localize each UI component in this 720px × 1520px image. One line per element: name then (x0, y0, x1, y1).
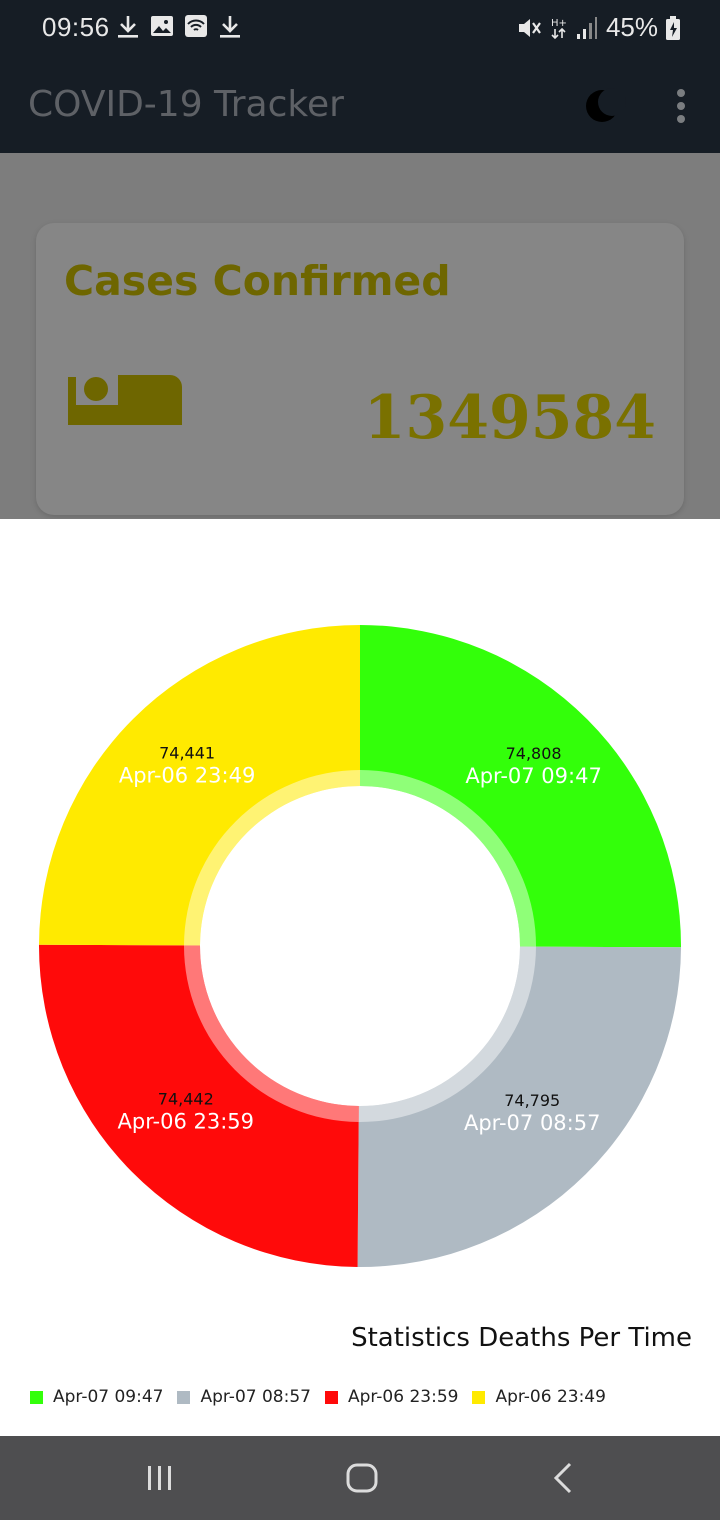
card-title: Cases Confirmed (64, 257, 451, 305)
chart-title: Statistics Deaths Per Time (351, 1323, 692, 1353)
download-icon (220, 16, 240, 38)
chart-bottom-sheet: 74,808 Apr-07 09:47 74,795 Apr-07 08:57 74,4… (0, 519, 720, 1436)
cases-confirmed-card: Cases Confirmed 1349584 (36, 223, 684, 515)
back-button[interactable] (534, 1456, 594, 1500)
recents-icon (148, 1466, 171, 1490)
slice-value-label: 74,442 (158, 1089, 214, 1108)
legend-item: Apr-07 08:57 (177, 1387, 311, 1407)
wifi-calling-icon (185, 15, 207, 37)
legend-item: Apr-07 09:47 (30, 1387, 163, 1407)
home-button[interactable] (332, 1456, 392, 1500)
battery-percentage: 45% (605, 12, 658, 42)
legend-swatch (30, 1390, 43, 1404)
legend-swatch (177, 1390, 191, 1404)
theme-toggle-button[interactable] (578, 82, 626, 130)
mobile-data-icon: H+ (551, 18, 567, 39)
slice-time-label: Apr-07 09:47 (465, 764, 601, 788)
slice-time-label: Apr-06 23:59 (118, 1109, 254, 1133)
image-icon (151, 16, 173, 36)
legend-swatch (324, 1390, 338, 1404)
navigation-bar (0, 1436, 720, 1520)
home-icon (346, 1463, 378, 1493)
legend-item: Apr-06 23:49 (472, 1387, 606, 1407)
legend-label: Apr-07 08:57 (200, 1387, 311, 1407)
moon-icon (586, 88, 626, 122)
legend-label: Apr-06 23:49 (495, 1387, 606, 1407)
slice-time-label: Apr-07 08:57 (464, 1111, 600, 1135)
legend-swatch (472, 1390, 486, 1404)
download-icon (118, 16, 138, 38)
more-vert-icon (677, 89, 685, 123)
deaths-donut-chart: 74,808Apr-07 09:47 74,795Apr-07 08:57 74,4… (38, 625, 681, 1267)
slice-time-label: Apr-06 23:49 (119, 763, 255, 787)
battery-charging-icon (666, 15, 680, 40)
chart-legend: Apr-07 09:47 Apr-07 08:57 Apr-06 23:59 Apr-… (30, 1387, 620, 1407)
recent-apps-button[interactable] (130, 1456, 190, 1500)
legend-item: Apr-06 23:59 (324, 1387, 459, 1407)
overflow-menu-button[interactable] (664, 86, 698, 126)
status-notification-icons (116, 14, 242, 40)
signal-icon (576, 16, 597, 39)
back-icon (553, 1462, 572, 1494)
dimmed-background: Cases Confirmed 1349584 (0, 153, 720, 519)
status-system-icons: H+ 45% (516, 12, 680, 43)
cases-confirmed-value: 1349584 (363, 383, 656, 453)
app-bar: COVID-19 Tracker (0, 56, 720, 153)
slice-value-label: 74,795 (504, 1091, 560, 1110)
slice-value-label: 74,808 (506, 744, 562, 763)
mute-icon (518, 18, 541, 37)
slice-value-label: 74,441 (159, 743, 215, 762)
svg-text:H+: H+ (551, 18, 567, 29)
status-bar: 09:56 H+ 45% (0, 0, 720, 56)
hotel-bed-icon (68, 375, 182, 425)
status-time: 09:56 (42, 12, 110, 42)
legend-label: Apr-07 09:47 (53, 1387, 164, 1407)
app-title: COVID-19 Tracker (28, 84, 344, 125)
legend-label: Apr-06 23:59 (347, 1387, 459, 1407)
